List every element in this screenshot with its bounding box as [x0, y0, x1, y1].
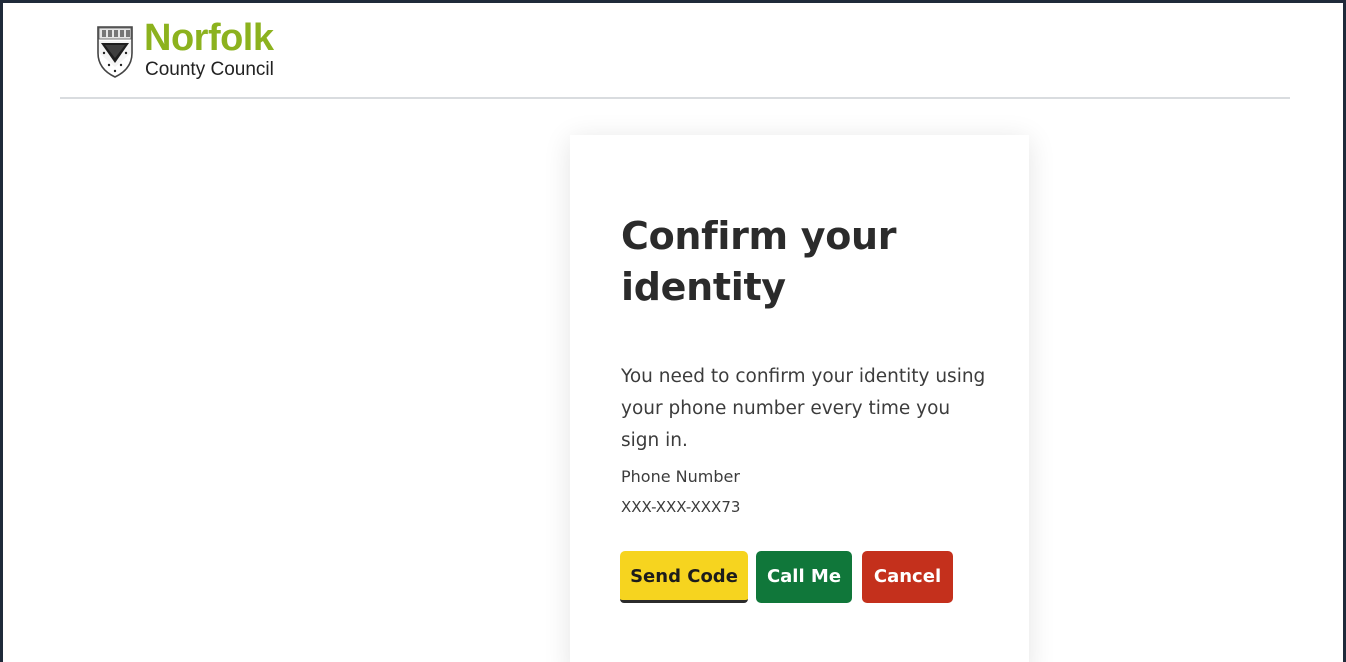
call-me-button[interactable]: Call Me — [756, 551, 852, 603]
brand-name: Norfolk — [144, 17, 274, 59]
norfolk-crest-icon — [97, 26, 133, 78]
send-code-button[interactable]: Send Code — [620, 551, 748, 603]
identity-card: Confirm your identity You need to confir… — [570, 135, 1029, 662]
norfolk-logo[interactable]: Norfolk County Council — [95, 17, 315, 83]
cancel-button[interactable]: Cancel — [862, 551, 953, 603]
brand-subtitle: County Council — [145, 59, 274, 80]
identity-description: You need to confirm your identity using … — [621, 366, 986, 451]
page-frame: Norfolk County Council Confirm your iden… — [0, 0, 1346, 662]
phone-number-value: XXX-XXX-XXX73 — [621, 498, 741, 516]
site-header: Norfolk County Council — [60, 3, 1290, 99]
page-title: Confirm your identity — [621, 214, 897, 309]
phone-number-label: Phone Number — [621, 467, 740, 486]
